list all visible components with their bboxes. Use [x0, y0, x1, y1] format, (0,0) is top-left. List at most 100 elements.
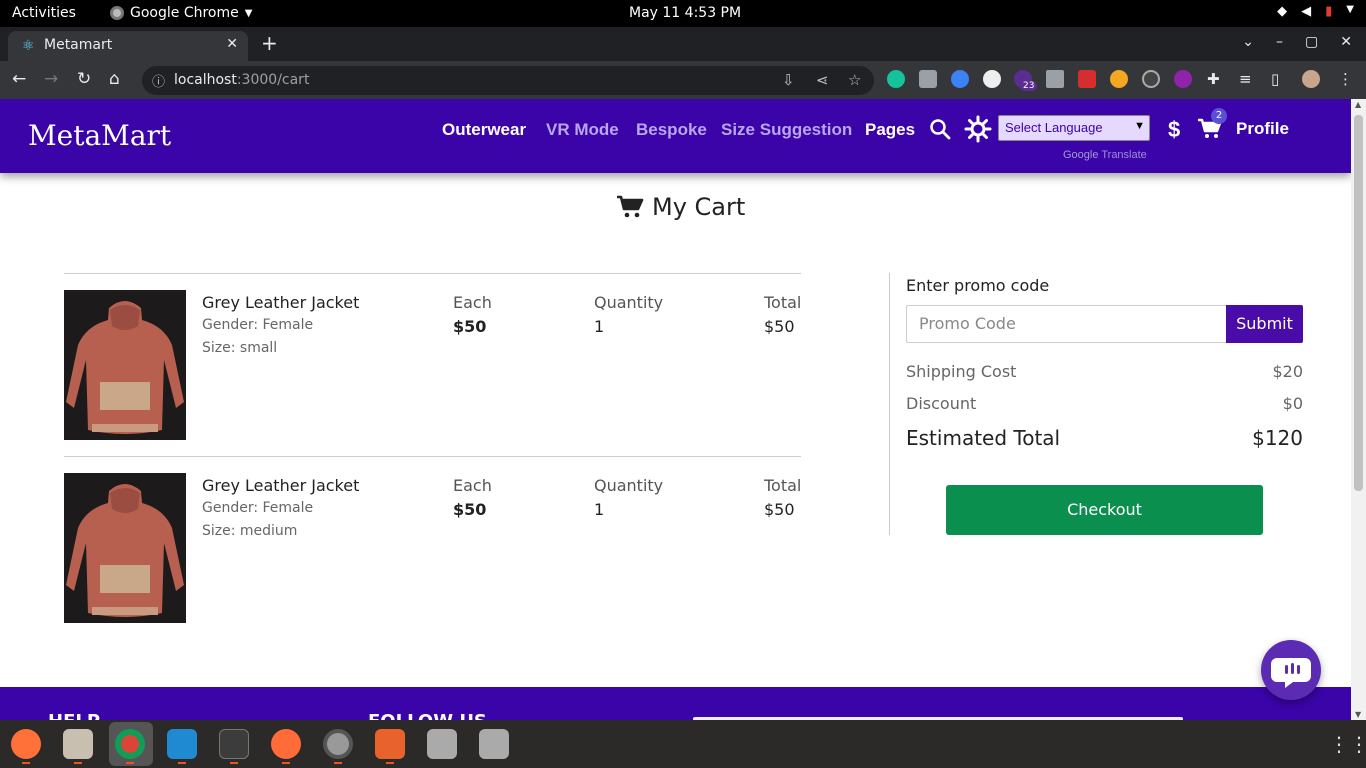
firefox-icon[interactable]	[11, 729, 41, 759]
product-gender: Gender: Female	[202, 317, 314, 333]
extension-red-icon[interactable]	[1078, 70, 1096, 88]
each-label: Each	[453, 476, 492, 495]
camera-extension-icon[interactable]	[919, 70, 937, 88]
show-apps-icon[interactable]: ⋮⋮⋮	[1329, 732, 1366, 756]
clock[interactable]: May 11 4:53 PM	[629, 5, 741, 21]
translate-label: Translate	[1101, 149, 1147, 161]
terminal-icon[interactable]	[219, 729, 249, 759]
product-image[interactable]	[64, 473, 186, 623]
disk-icon[interactable]	[427, 729, 457, 759]
close-window-icon[interactable]: ✕	[1340, 34, 1352, 50]
home-icon[interactable]: ⌂	[109, 69, 120, 89]
nav-vr-mode[interactable]: VR Mode	[546, 120, 619, 140]
quantity-label: Quantity	[594, 476, 664, 495]
discount-row: Discount $0	[906, 394, 1303, 413]
web-page: MetaMart Outerwear VR Mode Bespoke Size …	[0, 99, 1351, 720]
minimize-icon[interactable]: –	[1276, 34, 1283, 50]
total-label: Total	[764, 476, 802, 495]
nav-outerwear[interactable]: Outerwear	[442, 120, 526, 140]
quantity-value[interactable]: 1	[594, 500, 604, 519]
quantity-value[interactable]: 1	[594, 317, 604, 336]
chat-widget-button[interactable]	[1261, 640, 1321, 700]
impress-icon[interactable]	[375, 729, 405, 759]
postman-icon[interactable]	[271, 729, 301, 759]
more-menu-icon[interactable]: ⋮	[1338, 70, 1353, 88]
files-icon[interactable]	[63, 729, 93, 759]
scroll-up-icon[interactable]: ▲	[1355, 100, 1361, 109]
product-name[interactable]: Grey Leather Jacket	[202, 476, 359, 495]
chrome-icon[interactable]	[115, 729, 145, 759]
info-icon[interactable]: ⓘ	[152, 71, 165, 90]
page-title-text: My Cart	[652, 193, 746, 221]
avatar[interactable]	[1302, 70, 1320, 88]
side-panel-icon[interactable]: ▯	[1271, 70, 1279, 88]
running-indicator	[22, 762, 30, 764]
chrome-icon	[110, 6, 124, 20]
google-translate-credit[interactable]: Google Translate	[1063, 149, 1147, 161]
extension-gear-icon[interactable]	[1174, 70, 1192, 88]
extension-blue-icon[interactable]	[951, 70, 969, 88]
grammarly-icon[interactable]	[887, 70, 905, 88]
maximize-icon[interactable]: ▢	[1305, 34, 1318, 50]
product-name[interactable]: Grey Leather Jacket	[202, 293, 359, 312]
browser-tab[interactable]: ⚛ Metamart ✕	[8, 31, 248, 61]
summary-divider	[889, 273, 890, 535]
new-tab-icon[interactable]: +	[261, 31, 278, 55]
share-icon[interactable]: ⋖	[816, 71, 829, 89]
running-indicator	[230, 762, 238, 764]
back-icon[interactable]: ←	[12, 69, 26, 89]
running-indicator	[386, 762, 394, 764]
nav-size-suggestion[interactable]: Size Suggestion	[721, 120, 852, 140]
extension-orange-icon[interactable]	[1110, 70, 1128, 88]
media-icon[interactable]: ≡	[1239, 70, 1252, 88]
promo-submit-button[interactable]: Submit	[1226, 305, 1303, 343]
running-indicator	[178, 762, 186, 764]
bookmark-star-icon[interactable]: ☆	[848, 71, 861, 89]
activities-button[interactable]: Activities	[12, 5, 76, 21]
browser-toolbar: ← → ↻ ⌂ ⓘ localhost:3000/cart ⇩ ⋖ ☆ 23 ✚…	[0, 61, 1366, 99]
wordtune-icon[interactable]	[983, 70, 1001, 88]
close-icon[interactable]: ✕	[226, 36, 238, 52]
vscode-icon[interactable]	[167, 729, 197, 759]
google-wordmark: Google	[1063, 149, 1099, 161]
forward-icon[interactable]: →	[44, 69, 58, 89]
site-logo[interactable]: MetaMart	[28, 119, 171, 152]
running-indicator	[334, 762, 342, 764]
scroll-down-icon[interactable]: ▼	[1355, 710, 1361, 719]
cart-icon	[617, 195, 644, 218]
pen-extension-icon[interactable]	[1046, 70, 1064, 88]
address-bar[interactable]: ⓘ localhost:3000/cart ⇩ ⋖ ☆	[142, 66, 874, 95]
line-total: $50	[764, 317, 795, 336]
promo-code-input[interactable]: Promo Code	[906, 305, 1227, 343]
extensions-puzzle-icon[interactable]: ✚	[1207, 70, 1220, 88]
reload-icon[interactable]: ↻	[77, 69, 91, 89]
settings-icon[interactable]	[323, 729, 353, 759]
nav-pages[interactable]: Pages	[865, 120, 915, 140]
chat-icon	[1271, 658, 1311, 688]
each-price: $50	[453, 317, 487, 336]
tab-search-icon[interactable]: ⌄	[1242, 34, 1254, 50]
system-tray[interactable]: ◆ ◀ ▮ ▼	[1277, 4, 1354, 19]
install-icon[interactable]: ⇩	[782, 71, 795, 89]
disk-icon[interactable]	[479, 729, 509, 759]
promo-label: Enter promo code	[906, 276, 1050, 295]
checkout-button[interactable]: Checkout	[946, 485, 1263, 535]
product-image[interactable]	[64, 290, 186, 440]
url-text: localhost:3000/cart	[174, 72, 309, 88]
divider	[64, 273, 801, 274]
running-indicator	[126, 762, 134, 764]
cart-item: Grey Leather Jacket Gender: Female Size:…	[64, 473, 801, 623]
url-host: localhost	[174, 72, 237, 88]
nav-profile[interactable]: Profile	[1236, 119, 1289, 139]
page-scrollbar[interactable]: ▲ ▼	[1351, 99, 1366, 720]
app-menu[interactable]: Google Chrome ▼	[110, 5, 252, 21]
nav-bespoke[interactable]: Bespoke	[636, 120, 707, 140]
currency-icon[interactable]: $	[1168, 117, 1180, 143]
extension-ring-icon[interactable]	[1142, 70, 1160, 88]
quantity-label: Quantity	[594, 293, 664, 312]
theme-toggle-sun-icon[interactable]	[964, 115, 992, 143]
language-select[interactable]: Select Language ▼	[998, 115, 1150, 141]
shipping-value: $20	[1272, 362, 1303, 381]
scrollbar-thumb[interactable]	[1354, 115, 1363, 491]
search-icon[interactable]	[929, 118, 951, 140]
